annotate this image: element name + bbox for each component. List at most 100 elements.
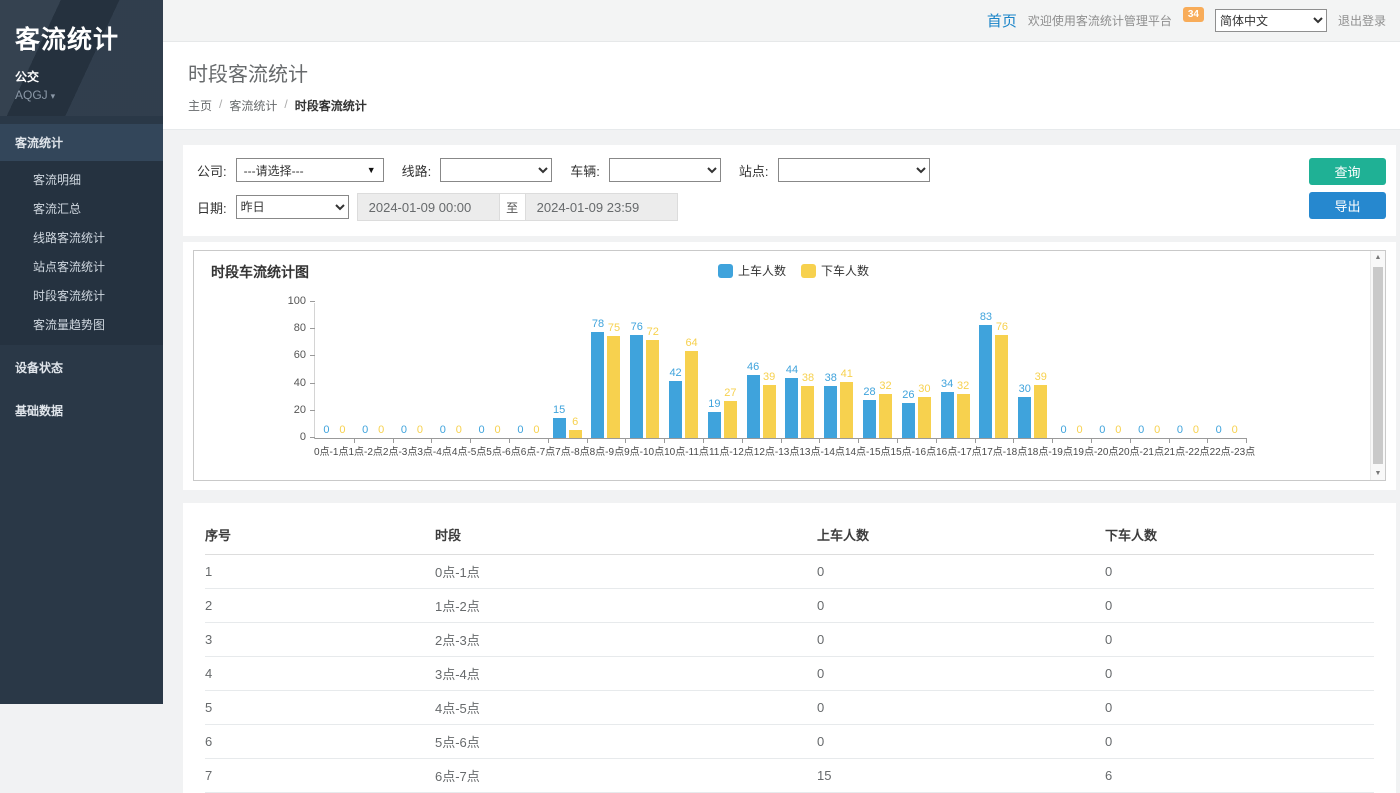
x-axis-label: 9点-10点	[624, 443, 664, 458]
sidebar-subitem[interactable]: 线路客流统计	[0, 223, 163, 252]
x-axis-label: 19点-20点	[1073, 443, 1119, 458]
station-group: 站点:	[739, 158, 930, 182]
sidebar-subitem[interactable]: 时段客流统计	[0, 281, 163, 310]
bar	[918, 397, 931, 438]
bar-value-label: 78	[592, 319, 604, 330]
bar-column: 44	[785, 303, 798, 438]
bar-value-label: 34	[941, 379, 953, 390]
x-axis-label-text: 13点-14点	[799, 443, 845, 458]
bar-value-label: 44	[786, 365, 798, 376]
chart-category: 00	[1052, 303, 1091, 438]
breadcrumb-link[interactable]: 客流统计	[229, 97, 277, 114]
bar-value-label: 28	[863, 387, 875, 398]
x-axis-label-text: 11点-12点	[709, 443, 754, 458]
sidebar-item-passenger-flow-stats[interactable]: 客流统计	[0, 124, 163, 161]
table-cell: 0	[817, 589, 1105, 623]
bar	[824, 386, 837, 438]
legend-label: 下车人数	[821, 262, 869, 279]
vehicle-label: 车辆:	[570, 161, 600, 180]
sidebar: 客流统计 公交 AQGJ▾ 客流统计客流明细客流汇总线路客流统计站点客流统计时段…	[0, 0, 163, 704]
y-axis-tick-label: 20	[268, 404, 306, 416]
legend-item[interactable]: 上车人数	[718, 262, 786, 279]
x-axis-label-text: 4点-5点	[452, 443, 486, 458]
bar-value-label: 0	[401, 425, 407, 436]
date-label: 日期:	[197, 198, 227, 217]
bar	[630, 335, 643, 438]
bar-value-label: 27	[724, 388, 736, 399]
table-cell: 2	[205, 589, 435, 623]
welcome-text: 欢迎使用客流统计管理平台	[1028, 12, 1172, 29]
chart-category: 8376	[975, 303, 1014, 438]
sidebar-subitem[interactable]: 客流汇总	[0, 194, 163, 223]
sidebar-subitem[interactable]: 客流明细	[0, 165, 163, 194]
language-select[interactable]: 简体中文	[1215, 9, 1327, 32]
x-axis-label: 14点-15点	[845, 443, 891, 458]
scroll-down-arrow-icon[interactable]: ▼	[1371, 470, 1385, 477]
scrollbar-thumb[interactable]	[1373, 267, 1383, 464]
bar-column: 0	[1057, 303, 1070, 438]
chart-bars-area: 0204060801000000000000001567875767242641…	[314, 303, 1246, 439]
topbar: 首页 欢迎使用客流统计管理平台 34 简体中文 退出登录	[163, 0, 1400, 42]
table-column-header: 下车人数	[1105, 516, 1374, 555]
table-cell: 0	[1105, 555, 1374, 589]
sidebar-subitem[interactable]: 站点客流统计	[0, 252, 163, 281]
org-code-dropdown[interactable]: AQGJ▾	[15, 88, 148, 102]
bar-value-label: 0	[362, 425, 368, 436]
table-row: 43点-4点00	[205, 657, 1374, 691]
chart-vertical-scrollbar[interactable]: ▲ ▼	[1370, 251, 1385, 480]
legend-item[interactable]: 下车人数	[801, 262, 869, 279]
home-link[interactable]: 首页	[987, 10, 1017, 31]
line-select[interactable]	[440, 158, 552, 182]
x-axis-label: 17点-18点	[982, 443, 1028, 458]
bar-value-label: 0	[417, 425, 423, 436]
sidebar-item-device-status[interactable]: 设备状态	[0, 347, 163, 388]
chart-box: 时段车流统计图 上车人数下车人数 02040608010000000000000…	[193, 250, 1386, 481]
x-axis-label: 10点-11点	[664, 443, 709, 458]
scroll-up-arrow-icon[interactable]: ▲	[1371, 254, 1385, 261]
date-start-input[interactable]	[357, 193, 500, 221]
bar-column: 42	[669, 303, 682, 438]
bar-column: 0	[413, 303, 426, 438]
bar	[995, 335, 1008, 438]
x-axis-label: 7点-8点	[555, 443, 589, 458]
company-select[interactable]: ---请选择--- ▼	[236, 158, 384, 182]
y-axis-tick-label: 0	[268, 431, 306, 443]
bar-value-label: 6	[572, 417, 578, 428]
bar-value-label: 64	[685, 338, 697, 349]
date-end-input[interactable]	[526, 193, 678, 221]
content: 公司: ---请选择--- ▼ 线路: 车辆:	[163, 130, 1400, 793]
logout-link[interactable]: 退出登录	[1338, 12, 1386, 29]
sidebar-subitem[interactable]: 客流量趋势图	[0, 310, 163, 339]
filter-row-2: 日期: 昨日 至	[197, 193, 1382, 221]
bar-value-label: 39	[1035, 372, 1047, 383]
bar-column: 72	[646, 303, 659, 438]
export-button[interactable]: 导出	[1309, 192, 1386, 219]
vehicle-select[interactable]	[609, 158, 721, 182]
chart-category: 2630	[897, 303, 936, 438]
line-label: 线路:	[402, 161, 432, 180]
filter-panel: 公司: ---请选择--- ▼ 线路: 车辆:	[183, 145, 1396, 236]
x-axis-label: 2点-3点	[383, 443, 417, 458]
table-body: 10点-1点0021点-2点0032点-3点0043点-4点0054点-5点00…	[205, 555, 1374, 793]
chart-panel: 时段车流统计图 上车人数下车人数 02040608010000000000000…	[183, 242, 1396, 490]
x-axis-label-text: 19点-20点	[1073, 443, 1119, 458]
table-row: 21点-2点00	[205, 589, 1374, 623]
chevron-down-icon: ▾	[51, 91, 56, 101]
table-column-header: 上车人数	[817, 516, 1105, 555]
table-cell: 0	[1105, 589, 1374, 623]
x-axis-label-text: 22点-23点	[1210, 443, 1256, 458]
bar-column: 0	[452, 303, 465, 438]
brand-area: 客流统计 公交 AQGJ▾	[0, 0, 163, 116]
date-preset-select[interactable]: 昨日	[236, 195, 349, 219]
query-button[interactable]: 查询	[1309, 158, 1386, 185]
table-header-row: 序号时段上车人数下车人数	[205, 516, 1374, 555]
bar-column: 0	[359, 303, 372, 438]
x-axis-label: 6点-7点	[521, 443, 555, 458]
sidebar-item-base-data[interactable]: 基础数据	[0, 390, 163, 431]
station-select[interactable]	[778, 158, 930, 182]
table-cell: 6点-7点	[435, 759, 817, 793]
date-to-label: 至	[500, 193, 526, 221]
chart-category: 7875	[587, 303, 626, 438]
breadcrumb-link[interactable]: 主页	[188, 97, 212, 114]
notification-badge: 34	[1183, 7, 1204, 22]
